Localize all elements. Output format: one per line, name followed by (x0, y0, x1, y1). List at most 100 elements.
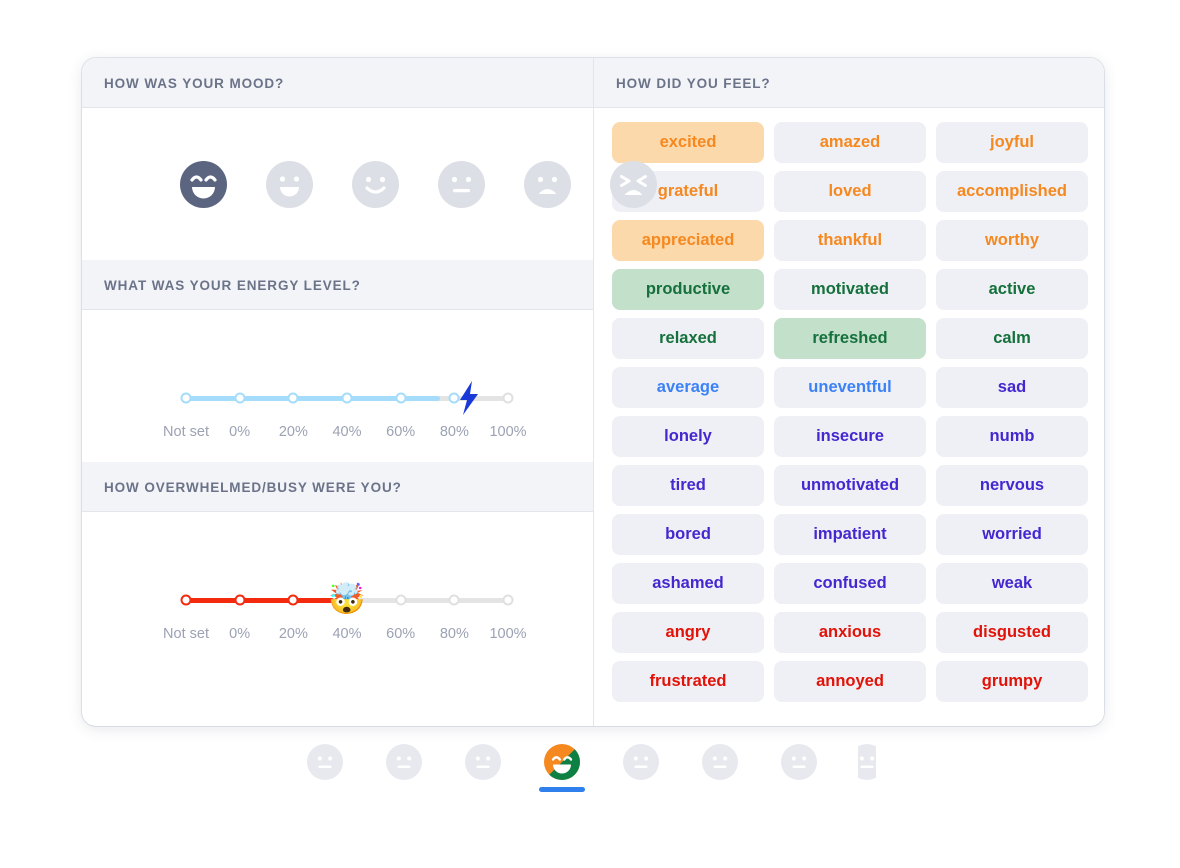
feeling-tag-sad[interactable]: sad (936, 367, 1088, 408)
slider-dot-20[interactable] (287, 594, 299, 606)
feelings-section-title: HOW DID YOU FEEL? (594, 58, 1104, 108)
tick-label: 100% (489, 626, 527, 642)
nav-face-6[interactable] (700, 744, 740, 792)
slider-dot-notset[interactable] (180, 594, 192, 606)
slider-dot-0[interactable] (234, 594, 246, 606)
feeling-tag-worried[interactable]: worried (936, 514, 1088, 555)
nav-face-icon (543, 744, 580, 780)
nav-face-8-partial[interactable] (857, 744, 876, 792)
feeling-tag-average[interactable]: average (612, 367, 764, 408)
energy-section-title: WHAT WAS YOUR ENERGY LEVEL? (82, 260, 593, 310)
mood-section-title: HOW WAS YOUR MOOD? (82, 58, 593, 108)
feeling-tag-refreshed[interactable]: refreshed (774, 318, 926, 359)
feeling-tag-joyful[interactable]: joyful (936, 122, 1088, 163)
face-frown[interactable] (524, 160, 571, 208)
feeling-tag-confused[interactable]: confused (774, 563, 926, 604)
face-laughing[interactable] (180, 160, 227, 208)
slider-dot-40[interactable] (341, 392, 353, 404)
feeling-tag-uneventful[interactable]: uneventful (774, 367, 926, 408)
feeling-tag-motivated[interactable]: motivated (774, 269, 926, 310)
nav-face-7[interactable] (779, 744, 819, 792)
nav-face-active[interactable] (538, 744, 585, 792)
feeling-tag-worthy[interactable]: worthy (936, 220, 1088, 261)
feeling-tag-nervous[interactable]: nervous (936, 465, 1088, 506)
slider-dot-60[interactable] (395, 392, 407, 404)
slider-dot-20[interactable] (287, 392, 299, 404)
tick-label: 100% (489, 424, 527, 440)
slider-dot-100[interactable] (502, 392, 514, 404)
feeling-tag-appreciated[interactable]: appreciated (612, 220, 764, 261)
slider-dot-0[interactable] (234, 392, 246, 404)
energy-section-body: Not set 0% 20% 40% 60% 80% 100% (82, 310, 593, 462)
overwhelm-section-title: HOW OVERWHELMED/BUSY WERE YOU? (82, 462, 593, 512)
overwhelm-track-fill (186, 598, 335, 603)
feeling-tag-numb[interactable]: numb (936, 416, 1088, 457)
nav-face-icon (385, 744, 422, 780)
feeling-tag-accomplished[interactable]: accomplished (936, 171, 1088, 212)
tick-label: 20% (278, 626, 308, 642)
mood-section-body (82, 108, 657, 260)
face-neutral[interactable] (438, 160, 485, 208)
feeling-tag-frustrated[interactable]: frustrated (612, 661, 764, 702)
feeling-tag-calm[interactable]: calm (936, 318, 1088, 359)
nav-active-indicator (538, 787, 585, 792)
tick-label: 0% (229, 424, 251, 440)
tick-label: 20% (278, 424, 308, 440)
nav-face-icon (306, 744, 343, 780)
feeling-tag-anxious[interactable]: anxious (774, 612, 926, 653)
feeling-tag-grumpy[interactable]: grumpy (936, 661, 1088, 702)
right-panel: HOW DID YOU FEEL? excited amazed joyful gra… (594, 58, 1104, 726)
energy-slider[interactable]: Not set 0% 20% 40% 60% 80% 100% (163, 381, 527, 440)
feeling-tag-impatient[interactable]: impatient (774, 514, 926, 555)
nav-face-icon (464, 744, 501, 780)
tick-label: 80% (439, 626, 469, 642)
feeling-tag-thankful[interactable]: thankful (774, 220, 926, 261)
left-panel: HOW WAS YOUR MOOD? WHAT WAS YOUR ENERGY … (82, 58, 657, 726)
feeling-tag-loved[interactable]: loved (774, 171, 926, 212)
feeling-tag-weak[interactable]: weak (936, 563, 1088, 604)
feeling-tag-amazed[interactable]: amazed (774, 122, 926, 163)
feeling-tag-unmotivated[interactable]: unmotivated (774, 465, 926, 506)
slider-dot-notset[interactable] (180, 392, 192, 404)
feeling-tag-active[interactable]: active (936, 269, 1088, 310)
tick-label: 40% (332, 626, 362, 642)
feeling-tag-relaxed[interactable]: relaxed (612, 318, 764, 359)
lightning-bolt-icon[interactable] (458, 381, 480, 415)
feeling-tag-excited[interactable]: excited (612, 122, 764, 163)
face-smile[interactable] (352, 160, 399, 208)
nav-face-3[interactable] (463, 744, 503, 792)
feeling-tag-tired[interactable]: tired (612, 465, 764, 506)
feeling-tag-insecure[interactable]: insecure (774, 416, 926, 457)
face-distressed[interactable] (610, 160, 657, 208)
tick-label: 40% (332, 424, 362, 440)
tick-label: Not set (163, 626, 209, 642)
feeling-tag-annoyed[interactable]: annoyed (774, 661, 926, 702)
mood-face-row (82, 108, 657, 260)
tick-label: Not set (163, 424, 209, 440)
slider-dot-80[interactable] (448, 594, 460, 606)
tick-label: 80% (439, 424, 469, 440)
nav-face-2[interactable] (384, 744, 424, 792)
feeling-tag-productive[interactable]: productive (612, 269, 764, 310)
feeling-tag-angry[interactable]: angry (612, 612, 764, 653)
feeling-tag-disgusted[interactable]: disgusted (936, 612, 1088, 653)
feeling-tag-ashamed[interactable]: ashamed (612, 563, 764, 604)
exploding-head-emoji[interactable]: 🤯 (328, 585, 365, 615)
mood-tracker-card: HOW WAS YOUR MOOD? WHAT WAS YOUR ENERGY … (82, 58, 1104, 726)
nav-face-5[interactable] (621, 744, 661, 792)
nav-face-icon (701, 744, 738, 780)
feeling-tag-grid: excited amazed joyful grateful loved accompli… (612, 122, 1088, 702)
overwhelm-section-body: 🤯 Not set 0% 20% 40% 60% 80% 100% (82, 512, 593, 664)
tick-label: 60% (386, 626, 416, 642)
feeling-tag-lonely[interactable]: lonely (612, 416, 764, 457)
feeling-tag-bored[interactable]: bored (612, 514, 764, 555)
tick-label: 60% (386, 424, 416, 440)
feelings-section-body: excited amazed joyful grateful loved accompli… (594, 108, 1104, 726)
nav-face-icon (622, 744, 659, 780)
nav-face-1[interactable] (305, 744, 345, 792)
overwhelm-slider[interactable]: 🤯 Not set 0% 20% 40% 60% 80% 100% (163, 585, 527, 643)
face-grin[interactable] (266, 160, 313, 208)
slider-dot-60[interactable] (395, 594, 407, 606)
bottom-navigation (0, 727, 1180, 801)
slider-dot-100[interactable] (502, 594, 514, 606)
